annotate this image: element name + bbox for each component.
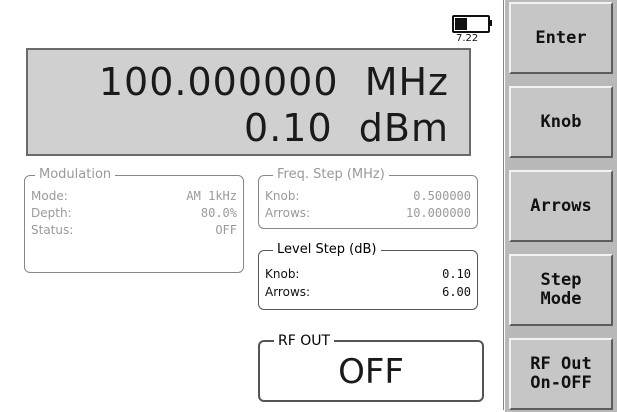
level-knob-value: 0.10 bbox=[442, 267, 471, 281]
knob-softkey[interactable]: Knob bbox=[509, 86, 613, 158]
level-knob-label: Knob: bbox=[265, 267, 300, 281]
freq-knob-value: 0.500000 bbox=[413, 189, 471, 203]
arrows-softkey[interactable]: Arrows bbox=[509, 170, 613, 242]
mode-value: AM 1kHz bbox=[186, 189, 237, 203]
status-label: Status: bbox=[31, 223, 74, 237]
depth-label: Depth: bbox=[31, 206, 72, 220]
freq-step-panel: Freq. Step (MHz) Knob: 0.500000 Arrows: … bbox=[258, 167, 478, 229]
modulation-depth-row: Depth: 80.0% bbox=[31, 206, 237, 220]
instrument-display: 7.22 100.000000 MHz 0.10 dBm Modulation … bbox=[0, 0, 504, 410]
freq-arrows-label: Arrows: bbox=[265, 206, 311, 220]
rf-out-title: RF OUT bbox=[274, 333, 335, 349]
enter-softkey[interactable]: Enter bbox=[509, 2, 613, 74]
mode-label: Mode: bbox=[31, 189, 68, 203]
level-step-title: Level Step (dB) bbox=[273, 242, 381, 257]
freq-arrows-value: 10.000000 bbox=[405, 206, 471, 220]
step-mode-softkey[interactable]: Step Mode bbox=[509, 254, 613, 326]
depth-value: 80.0% bbox=[200, 206, 237, 220]
main-readout: 100.000000 MHz 0.10 dBm bbox=[26, 48, 471, 156]
level-readout: 0.10 dBm bbox=[244, 106, 449, 150]
rf-out-toggle-softkey[interactable]: RF Out On-OFF bbox=[509, 338, 613, 410]
level-arrows-value: 6.00 bbox=[442, 285, 471, 299]
level-step-knob-row: Knob: 0.10 bbox=[265, 267, 471, 281]
level-step-arrows-row: Arrows: 6.00 bbox=[265, 285, 471, 299]
rf-out-state: OFF bbox=[338, 352, 404, 392]
freq-step-title: Freq. Step (MHz) bbox=[273, 167, 389, 182]
battery-indicator: 7.22 bbox=[452, 13, 494, 44]
modulation-mode-row: Mode: AM 1kHz bbox=[31, 189, 237, 203]
rf-out-panel: RF OUT OFF bbox=[258, 333, 484, 402]
level-step-panel: Level Step (dB) Knob: 0.10 Arrows: 6.00 bbox=[258, 242, 478, 310]
softkey-column: Enter Knob Arrows Step Mode RF Out On-OF… bbox=[505, 0, 617, 412]
freq-knob-label: Knob: bbox=[265, 189, 300, 203]
modulation-title: Modulation bbox=[35, 167, 116, 182]
status-value: OFF bbox=[215, 223, 237, 237]
battery-voltage: 7.22 bbox=[456, 33, 479, 44]
level-arrows-label: Arrows: bbox=[265, 285, 311, 299]
modulation-status-row: Status: OFF bbox=[31, 223, 237, 237]
modulation-panel: Modulation Mode: AM 1kHz Depth: 80.0% St… bbox=[24, 167, 244, 273]
freq-step-knob-row: Knob: 0.500000 bbox=[265, 189, 471, 203]
frequency-readout: 100.000000 MHz bbox=[98, 60, 449, 104]
battery-icon bbox=[452, 15, 490, 33]
freq-step-arrows-row: Arrows: 10.000000 bbox=[265, 206, 471, 220]
